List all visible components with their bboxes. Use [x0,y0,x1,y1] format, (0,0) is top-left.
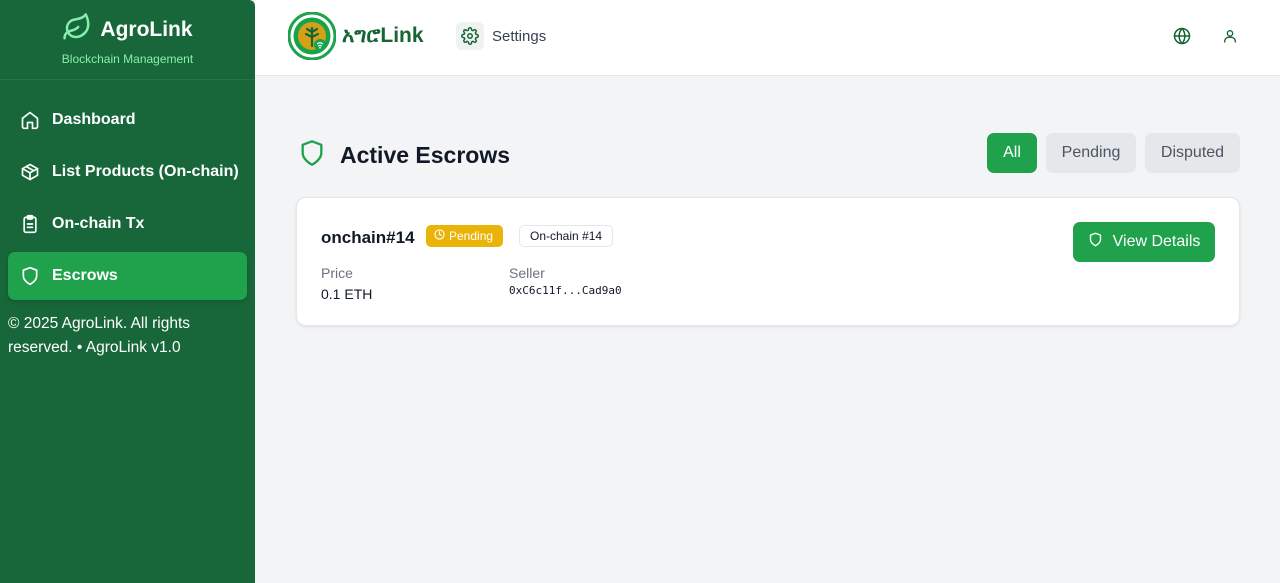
price-label: Price [321,265,353,281]
filter-all-button[interactable]: All [987,133,1037,173]
settings-button[interactable]: Settings [456,22,546,50]
view-details-label: View Details [1112,233,1201,250]
app-logo[interactable] [287,11,337,61]
brand-subtitle: Blockchain Management [61,52,194,66]
sidebar-item-dashboard[interactable]: Dashboard [8,96,247,144]
escrow-id: onchain#14 [321,228,415,247]
sidebar-nav: Dashboard List Products (On-chain) On-ch… [0,80,255,300]
view-details-button[interactable]: View Details [1073,222,1215,262]
sidebar-footer: © 2025 AgroLink. All rights reserved. • … [8,315,191,356]
leaf-icon [62,12,92,47]
status-badge-label: Pending [449,229,494,243]
home-icon [20,110,40,130]
sidebar-item-label: List Products (On-chain) [52,163,239,180]
escrow-filters: All Pending Disputed [987,133,1240,173]
globe-icon[interactable] [1172,26,1192,46]
brand-name: AgroLink [100,17,193,41]
shield-icon [1088,232,1103,252]
sidebar-item-escrows[interactable]: Escrows [8,252,247,300]
sidebar-item-list-products[interactable]: List Products (On-chain) [8,148,247,196]
page-title: Active Escrows [340,142,511,168]
clipboard-icon [20,214,40,234]
clock-icon [434,229,445,243]
price-value: 0.1 ETH [321,286,373,302]
sidebar-item-label: On-chain Tx [52,215,145,232]
page-header: Active Escrows [298,138,510,173]
seller-address: 0xC6c11f...Cad9a0 [509,284,622,297]
sidebar: AgroLink Blockchain Management Dashboard… [0,0,255,583]
sidebar-item-label: Dashboard [52,111,136,128]
shield-icon [298,138,326,173]
user-icon[interactable] [1220,26,1240,46]
status-badge: Pending [426,225,504,247]
sidebar-brand: AgroLink Blockchain Management [0,0,255,80]
escrow-card: onchain#14 Pending On-chain #14 Price 0.… [296,197,1240,326]
top-header: አግሮLink Settings [255,0,1280,76]
filter-pending-button[interactable]: Pending [1046,133,1136,173]
filter-disputed-button[interactable]: Disputed [1145,133,1240,173]
sidebar-item-onchain-tx[interactable]: On-chain Tx [8,200,247,248]
settings-label: Settings [492,27,547,45]
sidebar-item-label: Escrows [52,267,118,284]
seller-label: Seller [509,265,545,281]
gear-icon [456,22,484,50]
chain-badge: On-chain #14 [519,225,614,247]
shield-icon [20,266,40,286]
app-logo-text: አግሮLink [342,24,424,47]
box-icon [20,162,40,182]
